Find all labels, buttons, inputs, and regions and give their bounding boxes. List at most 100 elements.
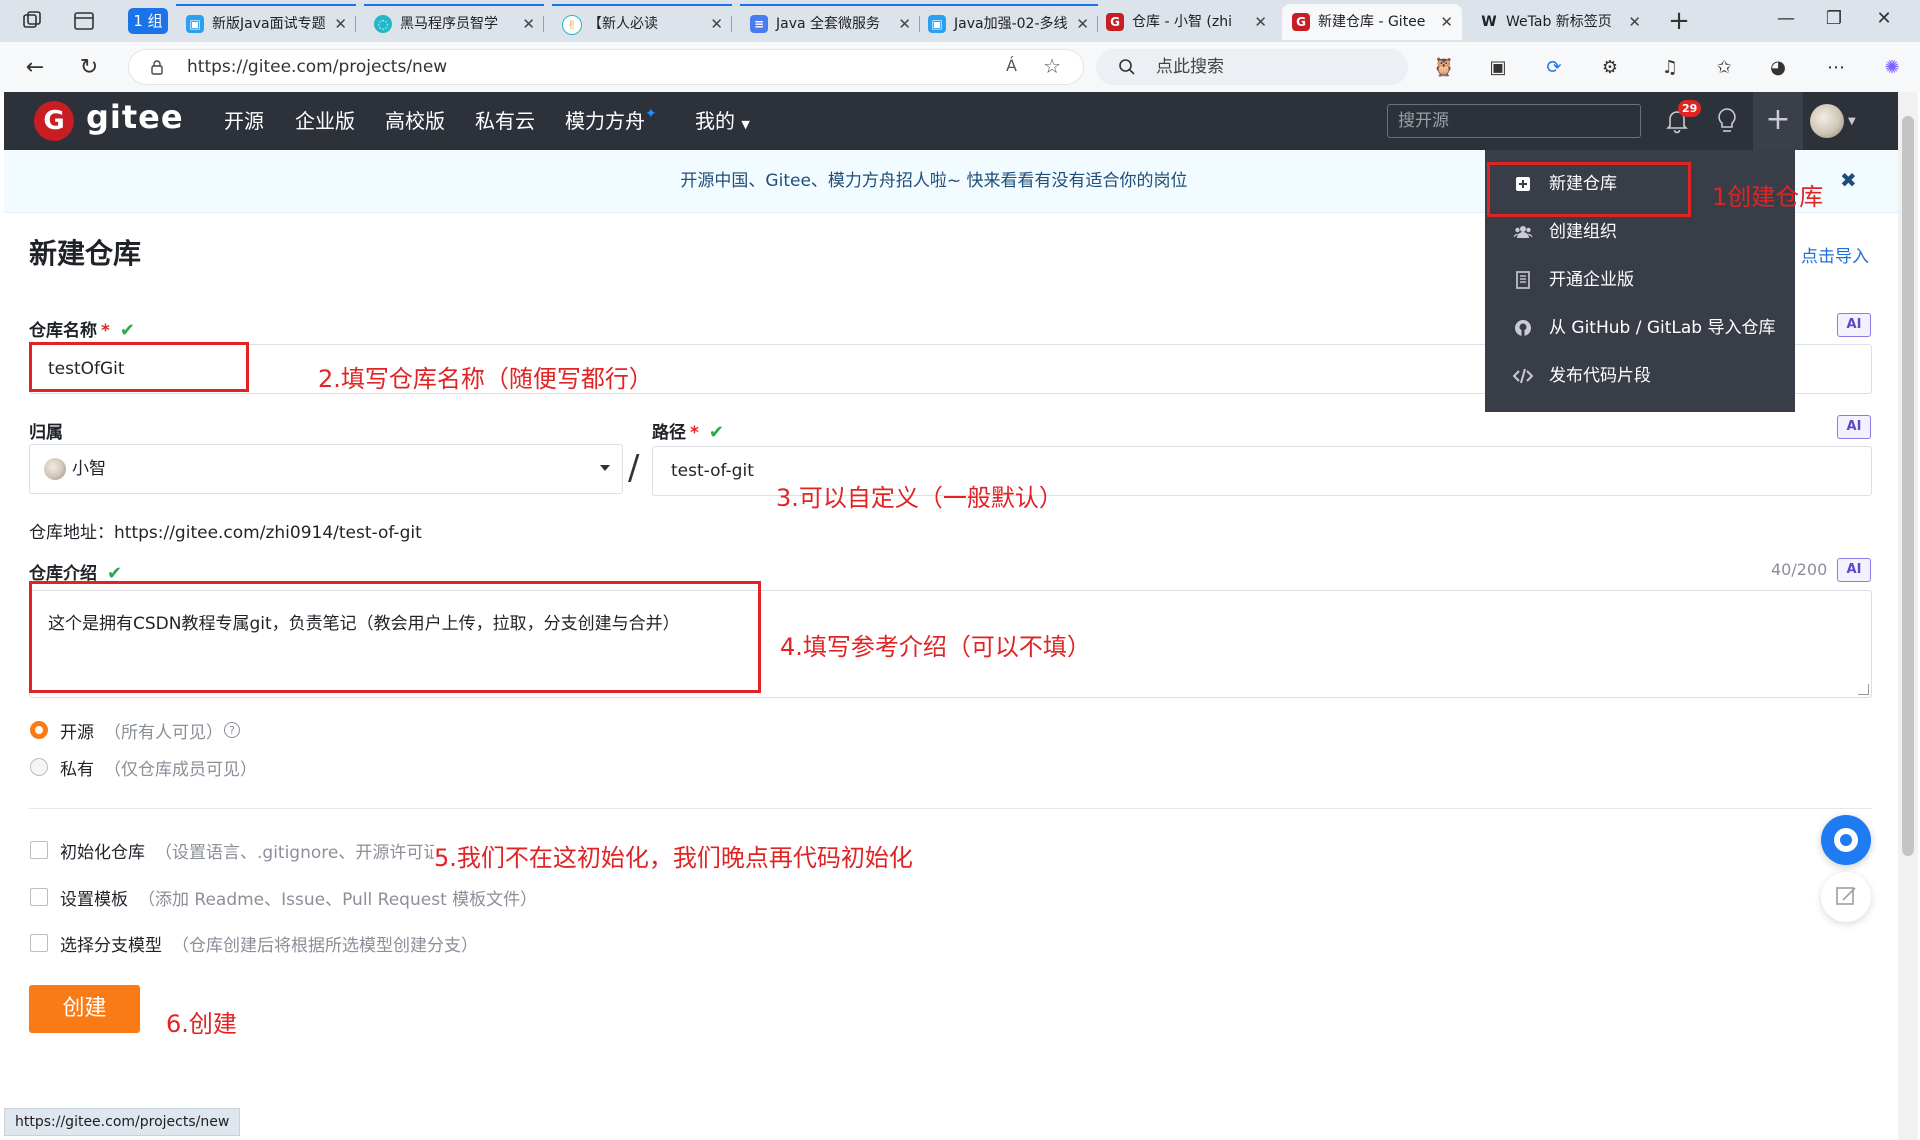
import-link[interactable]: 点击导入 — [1801, 242, 1869, 267]
more-menu-icon[interactable]: ⋯ — [1824, 56, 1848, 80]
visibility-public-label[interactable]: 开源 （所有人可见） — [60, 718, 223, 743]
browser-tab-bar: 1 组 ▣ 新版Java面试专题 ✕ ◌ 黑马程序员智学 ✕ ✌ 【新人必读 ✕… — [0, 0, 1920, 42]
menu-item-enterprise[interactable]: 开通企业版 — [1485, 256, 1795, 304]
browser-tab-active[interactable]: G 新建仓库 - Gitee ✕ — [1282, 4, 1462, 40]
repo-address: 仓库地址：https://gitee.com/zhi0914/test-of-g… — [29, 523, 422, 543]
branch-model-label[interactable]: 选择分支模型 （仓库创建后将根据所选模型创建分支） — [60, 931, 478, 956]
branch-model-checkbox[interactable] — [30, 934, 48, 952]
close-icon[interactable]: ✕ — [898, 6, 911, 40]
owner-label: 归属 — [29, 423, 63, 443]
lightbulb-icon[interactable] — [1714, 106, 1740, 136]
gitee-logo-text[interactable]: gitee — [86, 98, 184, 136]
avatar-caret-icon[interactable]: ▼ — [1848, 116, 1856, 127]
group-icon — [1513, 226, 1533, 238]
menu-item-import[interactable]: 从 GitHub / GitLab 导入仓库 — [1485, 304, 1795, 352]
annotation-box-intro — [29, 581, 761, 693]
browser-tab[interactable]: ◌ 黑马程序员智学 ✕ — [364, 4, 544, 40]
annotation-step-5: 5.我们不在这初始化，我们晚点再代码初始化 — [434, 838, 913, 873]
browser-tab[interactable]: G 仓库 - 小智 (zhi ✕ — [1096, 4, 1276, 40]
annotation-box-new-repo — [1487, 162, 1691, 217]
page-title: 新建仓库 — [29, 237, 142, 270]
reload-button[interactable]: ↻ — [76, 55, 102, 81]
favorites-icon[interactable]: ✩ — [1712, 56, 1736, 80]
path-label: 路径 * ✔ — [652, 418, 724, 443]
gitee-search-input[interactable]: 搜开源 — [1387, 104, 1641, 138]
visibility-private-radio[interactable] — [30, 758, 48, 776]
favorite-star-icon[interactable]: ☆ — [1043, 54, 1061, 78]
init-repo-checkbox[interactable] — [30, 841, 48, 859]
nav-private-cloud[interactable]: 私有云 — [475, 92, 535, 150]
search-icon — [1119, 59, 1135, 75]
media-icon[interactable]: ♫ — [1658, 56, 1682, 80]
maximize-button[interactable]: ❐ — [1814, 8, 1854, 29]
init-repo-label[interactable]: 初始化仓库 （设置语言、.gitignore、开源许可证） — [60, 838, 457, 863]
annotation-box-name — [29, 342, 249, 392]
browser-tab[interactable]: ▣ Java加强-02-多线 ✕ — [918, 4, 1098, 40]
close-icon[interactable]: ✕ — [334, 6, 347, 40]
visibility-private-label[interactable]: 私有 （仅仓库成员可见） — [60, 755, 257, 780]
tab-divider — [543, 16, 544, 32]
nav-moli[interactable]: 模力方舟✦ — [565, 92, 657, 153]
ai-assist-button[interactable]: AI — [1837, 558, 1871, 582]
nav-mine-label: 我的 — [695, 109, 735, 133]
close-icon[interactable]: ✕ — [522, 6, 535, 40]
nav-enterprise[interactable]: 企业版 — [295, 92, 355, 150]
menu-item-snippet[interactable]: 发布代码片段 — [1485, 352, 1795, 400]
profile-avatar-icon[interactable]: ◕ — [1766, 56, 1790, 80]
visibility-public-radio[interactable] — [30, 721, 48, 739]
init-repo-hint: （设置语言、.gitignore、开源许可证） — [155, 843, 458, 863]
scrollbar-thumb[interactable] — [1902, 116, 1914, 856]
help-icon[interactable]: ? — [224, 722, 240, 738]
template-label[interactable]: 设置模板 （添加 Readme、Issue、Pull Request 模板文件） — [60, 885, 537, 910]
url-text: https://gitee.com/projects/new — [187, 57, 448, 77]
nav-open-source[interactable]: 开源 — [224, 92, 264, 150]
resize-handle[interactable] — [1858, 684, 1869, 695]
tab-group-chip[interactable]: 1 组 — [128, 8, 168, 34]
gitee-logo-icon[interactable]: G — [34, 101, 74, 141]
visibility-public-text: 开源 — [60, 723, 94, 743]
extension-owl-icon[interactable]: 🦉 — [1432, 56, 1456, 80]
search-placeholder: 点此搜索 — [1156, 57, 1224, 77]
address-bar[interactable]: https://gitee.com/projects/new Á ☆ — [128, 49, 1084, 85]
close-icon[interactable]: ✕ — [1628, 4, 1641, 40]
feedback-float-button[interactable] — [1821, 872, 1871, 922]
ai-assist-button[interactable]: AI — [1837, 313, 1871, 337]
owner-select[interactable]: 小智 — [29, 444, 623, 494]
nav-mine[interactable]: 我的 ▼ — [695, 92, 750, 154]
tab-divider — [355, 16, 356, 32]
browser-tab[interactable]: ≡ Java 全套微服务 ✕ — [740, 4, 920, 40]
browser-search-box[interactable]: 点此搜索 — [1096, 49, 1408, 85]
workspaces-icon[interactable] — [20, 9, 44, 33]
extensions-puzzle-icon[interactable]: ⚙ — [1598, 56, 1622, 80]
extension-box-icon[interactable]: ▣ — [1486, 56, 1510, 80]
user-avatar[interactable] — [1810, 104, 1844, 138]
close-icon[interactable]: ✕ — [710, 6, 723, 40]
notification-badge: 29 — [1678, 100, 1702, 117]
ai-assist-button[interactable]: AI — [1837, 415, 1871, 439]
read-aloud-icon[interactable]: Á — [1006, 56, 1017, 75]
tab-actions-icon[interactable] — [72, 9, 96, 33]
browser-tab[interactable]: W WeTab 新标签页 ✕ — [1470, 4, 1650, 40]
back-button[interactable]: ← — [22, 55, 48, 81]
tab-favicon: ✌ — [562, 15, 582, 35]
browser-tab[interactable]: ✌ 【新人必读 ✕ — [552, 4, 732, 40]
wetab-favicon: W — [1481, 14, 1497, 30]
close-announcement-icon[interactable]: ✖ — [1840, 168, 1857, 192]
copilot-icon[interactable]: ✺ — [1880, 56, 1904, 80]
create-plus-button[interactable]: + — [1753, 92, 1803, 150]
browser-tab[interactable]: ▣ 新版Java面试专题 ✕ — [176, 4, 356, 40]
minimize-button[interactable]: — — [1766, 8, 1806, 29]
assistant-float-button[interactable] — [1821, 815, 1871, 865]
create-button[interactable]: 创建 — [29, 985, 140, 1033]
template-checkbox[interactable] — [30, 888, 48, 906]
template-hint: （添加 Readme、Issue、Pull Request 模板文件） — [138, 890, 538, 910]
extension-sync-icon[interactable]: ⟳ — [1542, 56, 1566, 80]
nav-education[interactable]: 高校版 — [385, 92, 445, 150]
close-icon[interactable]: ✕ — [1076, 6, 1089, 40]
window-close-button[interactable]: ✕ — [1864, 8, 1904, 29]
new-tab-button[interactable]: + — [1664, 6, 1694, 36]
branch-model-hint: （仓库创建后将根据所选模型创建分支） — [172, 936, 478, 956]
close-icon[interactable]: ✕ — [1440, 4, 1453, 40]
close-icon[interactable]: ✕ — [1254, 4, 1267, 40]
edit-icon — [1836, 887, 1856, 905]
